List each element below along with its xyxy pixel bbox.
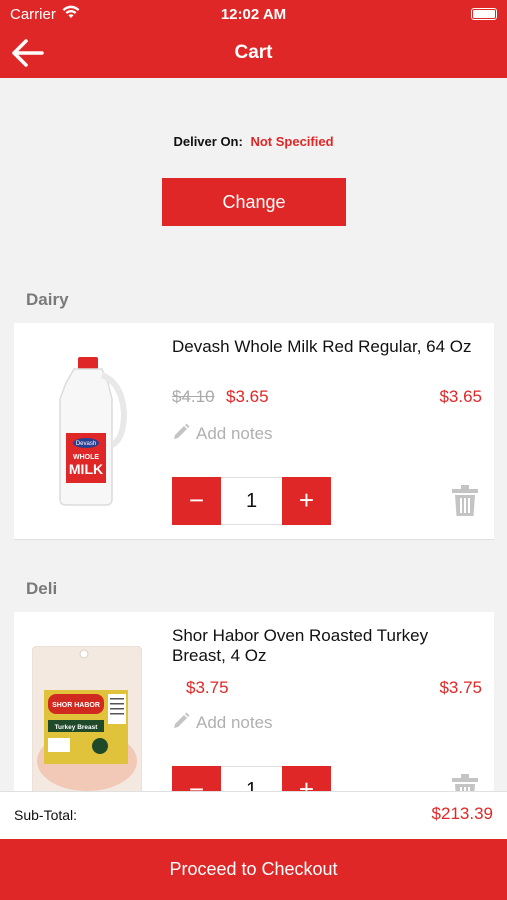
decrease-quantity-button[interactable]: − <box>172 477 221 525</box>
milk-label-line2: MILK <box>69 461 103 477</box>
trash-icon[interactable] <box>452 485 478 517</box>
delivery-info: Deliver On: Not Specified <box>0 134 507 149</box>
deliver-on-value: Not Specified <box>250 134 334 149</box>
status-bar: Carrier 12:02 AM <box>0 0 507 28</box>
turkey-product-image: SHOR HABOR Turkey Breast <box>32 646 142 796</box>
proceed-to-checkout-button[interactable]: Proceed to Checkout <box>0 839 507 900</box>
item-total-price: $3.75 <box>439 678 482 697</box>
item-sale-price: $3.65 <box>226 387 269 406</box>
cart-item: Devash WHOLE MILK Devash Whole Milk Red … <box>14 323 494 540</box>
subtotal-bar: Sub-Total: $213.39 <box>0 791 507 839</box>
quantity-stepper: − 1 + <box>172 477 331 525</box>
turkey-brand-text: SHOR HABOR <box>52 702 100 709</box>
nav-bar: Cart <box>0 28 507 78</box>
quantity-value[interactable]: 1 <box>221 478 282 524</box>
item-name[interactable]: Shor Habor Oven Roasted Turkey Breast, 4… <box>172 626 482 666</box>
item-name[interactable]: Devash Whole Milk Red Regular, 64 Oz <box>172 337 482 357</box>
cart-item: SHOR HABOR Turkey Breast Shor Habor Oven… <box>14 612 494 814</box>
pencil-icon <box>174 712 190 728</box>
add-notes-field[interactable]: Add notes <box>172 712 273 733</box>
milk-label-line1: WHOLE <box>73 454 99 461</box>
add-notes-label: Add notes <box>196 713 273 732</box>
subtotal-label: Sub-Total: <box>14 807 78 823</box>
page-title: Cart <box>234 42 273 63</box>
deliver-on-label: Deliver On: <box>173 134 243 149</box>
subtotal-value: $213.39 <box>431 804 493 823</box>
increase-quantity-button[interactable]: + <box>282 477 331 525</box>
status-time: 12:02 AM <box>220 6 287 23</box>
change-delivery-button[interactable]: Change <box>162 178 346 226</box>
battery-icon <box>471 8 497 20</box>
add-notes-field[interactable]: Add notes <box>172 423 273 444</box>
item-sale-price: $3.75 <box>186 678 229 697</box>
pencil-icon <box>174 423 190 439</box>
milk-brand-text: Devash <box>76 441 96 447</box>
item-total-price: $3.65 <box>439 387 482 406</box>
section-header-deli: Deli <box>26 579 58 598</box>
item-original-price: $4.10 <box>172 387 215 406</box>
add-notes-label: Add notes <box>196 424 273 443</box>
section-header-dairy: Dairy <box>26 290 69 309</box>
milk-product-image: Devash WHOLE MILK <box>59 357 128 506</box>
turkey-label-text: Turkey Breast <box>55 724 99 731</box>
